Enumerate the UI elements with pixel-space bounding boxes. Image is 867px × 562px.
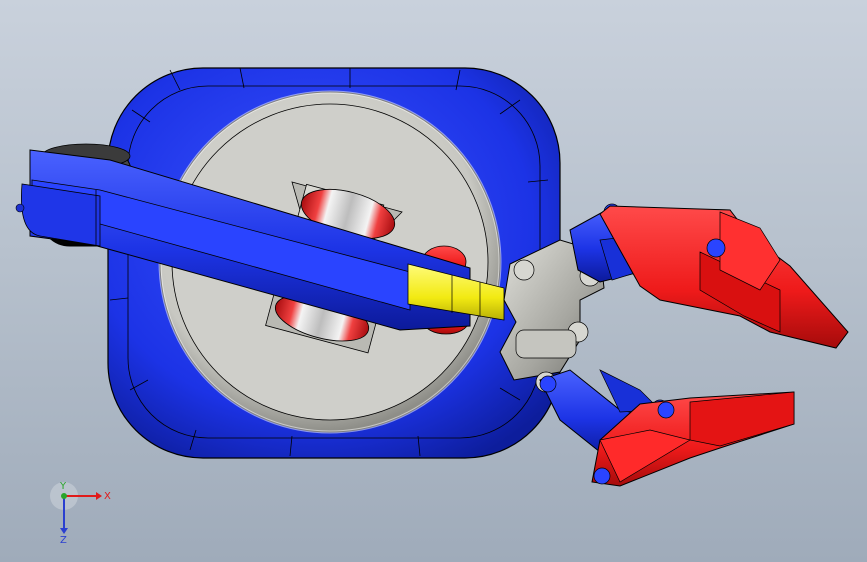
orientation-triad: X Y Z xyxy=(50,481,111,544)
z-axis-arrowhead xyxy=(60,528,68,534)
y-axis-dot xyxy=(61,493,67,499)
x-axis-arrowhead xyxy=(96,492,102,500)
graphics-viewport[interactable]: X Y Z xyxy=(0,0,867,562)
z-axis-label: Z xyxy=(60,535,67,544)
y-axis-label: Y xyxy=(59,481,67,492)
upper-jaw[interactable] xyxy=(599,205,849,349)
x-axis-label: X xyxy=(104,491,111,502)
robot-gripper-model[interactable] xyxy=(0,0,867,562)
